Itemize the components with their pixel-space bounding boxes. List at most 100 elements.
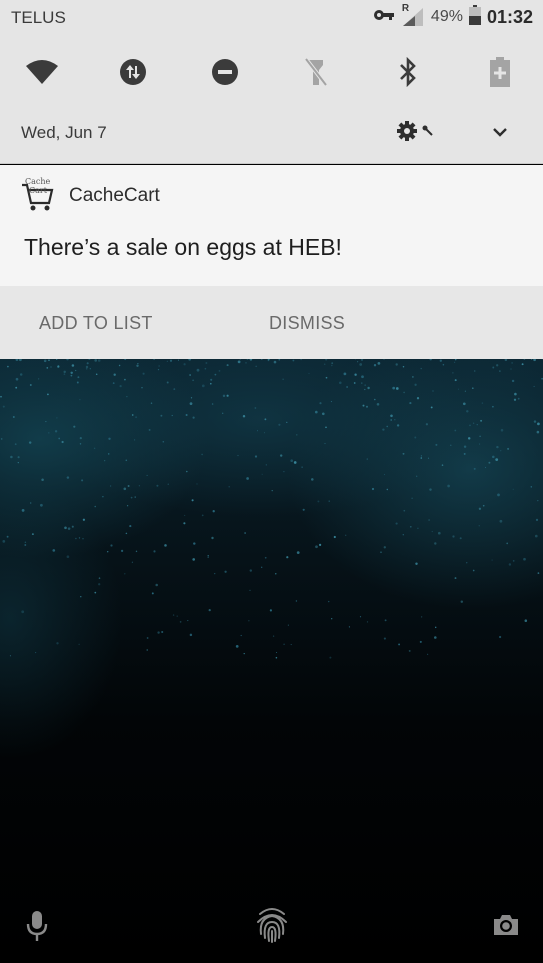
wallpaper-speckle [321, 412, 325, 416]
wallpaper-speckle [431, 531, 433, 533]
wallpaper-speckle [435, 443, 438, 446]
wallpaper-speckle [395, 363, 398, 366]
qs-tile-flashlight[interactable] [294, 52, 338, 96]
wallpaper-speckle [192, 558, 196, 561]
wallpaper-speckle [319, 402, 322, 405]
wallpaper-speckle [301, 466, 303, 468]
wallpaper-speckle [10, 455, 13, 459]
wallpaper-speckle [286, 556, 289, 559]
wallpaper-speckle [71, 364, 75, 367]
wallpaper-speckle [376, 403, 380, 406]
wallpaper-speckle [66, 555, 70, 559]
battery-icon [468, 4, 481, 30]
wallpaper-speckle [9, 655, 11, 657]
wallpaper-speckle [328, 600, 330, 603]
app-icon-text-line1: Cache [25, 177, 51, 186]
wallpaper-speckle [427, 457, 430, 459]
fingerprint-button[interactable] [252, 904, 292, 948]
settings-button[interactable] [396, 120, 440, 146]
wallpaper-speckle [192, 416, 195, 419]
wallpaper-speckle [417, 527, 419, 530]
wallpaper-speckle [325, 426, 327, 429]
fingerprint-icon [254, 904, 290, 949]
wallpaper-speckle [452, 372, 454, 374]
wallpaper-speckle [56, 642, 59, 645]
wallpaper-speckle [187, 620, 189, 622]
wallpaper-speckle [500, 428, 504, 432]
wallpaper-speckle [28, 441, 32, 444]
wallpaper-speckle [377, 362, 381, 365]
wallpaper-speckle [79, 437, 82, 440]
wallpaper-speckle [244, 532, 246, 534]
qs-tile-data[interactable] [111, 52, 155, 96]
wallpaper-speckle [454, 359, 457, 361]
wallpaper-speckle [0, 395, 2, 398]
wallpaper-speckle [85, 368, 88, 370]
wallpaper-speckle [0, 438, 3, 440]
wallpaper-speckle [488, 461, 491, 464]
wallpaper-speckle [21, 509, 25, 512]
wallpaper-speckle [58, 437, 61, 440]
wallpaper-speckle [534, 534, 538, 538]
wallpaper-speckle [331, 364, 333, 367]
wallpaper-speckle [246, 359, 249, 360]
qs-tile-battery-saver[interactable] [478, 52, 522, 96]
wallpaper-speckle [48, 432, 50, 434]
wallpaper-speckle [524, 619, 528, 622]
wallpaper-speckle [325, 359, 328, 361]
wallpaper-speckle [158, 365, 160, 367]
wallpaper-speckle [171, 414, 173, 417]
camera-icon [492, 913, 520, 942]
camera-button[interactable] [491, 912, 521, 942]
wallpaper-speckle [15, 377, 19, 381]
wallpaper-speckle [19, 359, 22, 362]
expand-button[interactable] [486, 120, 514, 146]
qs-tile-bluetooth[interactable] [386, 52, 430, 96]
wallpaper-speckle [57, 365, 60, 368]
wallpaper-speckle [30, 502, 32, 504]
add-to-list-button[interactable]: ADD TO LIST [39, 313, 153, 334]
qs-tile-do-not-disturb[interactable] [203, 52, 247, 96]
wallpaper-speckle [383, 637, 386, 640]
dismiss-button[interactable]: DISMISS [269, 313, 345, 334]
notification-card[interactable]: Cache Cart CacheCart There’s a sale on e… [0, 165, 543, 359]
wallpaper-speckle [249, 569, 252, 572]
wallpaper-speckle [183, 522, 186, 525]
wallpaper-speckle [282, 378, 284, 380]
wallpaper-speckle [302, 508, 305, 511]
wallpaper-speckle [189, 402, 193, 405]
wallpaper-speckle [371, 487, 375, 491]
wallpaper-speckle [73, 425, 76, 428]
wallpaper-speckle [366, 621, 369, 623]
wallpaper-speckle [184, 514, 186, 516]
wallpaper-speckle [106, 550, 109, 553]
wallpaper-speckle [208, 608, 211, 612]
wallpaper-speckle [463, 452, 466, 455]
wallpaper-speckle [517, 397, 520, 400]
wallpaper-speckle [499, 519, 503, 523]
wallpaper-speckle [421, 616, 423, 618]
wallpaper-speckle [218, 370, 221, 372]
wallpaper-speckle [447, 484, 450, 488]
voice-assist-button[interactable] [23, 910, 51, 946]
wallpaper-speckle [98, 583, 101, 586]
wallpaper-speckle [63, 370, 66, 374]
wallpaper-speckle [156, 484, 159, 487]
wallpaper-speckle [514, 392, 517, 396]
qs-tile-wifi[interactable] [20, 52, 64, 96]
wallpaper-speckle [432, 390, 434, 392]
wallpaper-speckle [295, 600, 298, 602]
wallpaper-speckle [94, 591, 97, 594]
wallpaper-speckle [479, 443, 481, 445]
wallpaper-speckle [360, 359, 364, 361]
wallpaper-speckle [450, 444, 452, 446]
wallpaper-speckle [191, 499, 194, 502]
wallpaper-speckle [434, 626, 437, 629]
wallpaper-speckle [196, 368, 200, 372]
wallpaper-speckle [537, 422, 540, 426]
wallpaper-speckle [324, 363, 326, 365]
wallpaper-speckle [367, 386, 370, 390]
wallpaper-speckle [425, 423, 429, 426]
wallpaper-speckle [153, 359, 156, 360]
wallpaper-speckle [126, 505, 129, 507]
